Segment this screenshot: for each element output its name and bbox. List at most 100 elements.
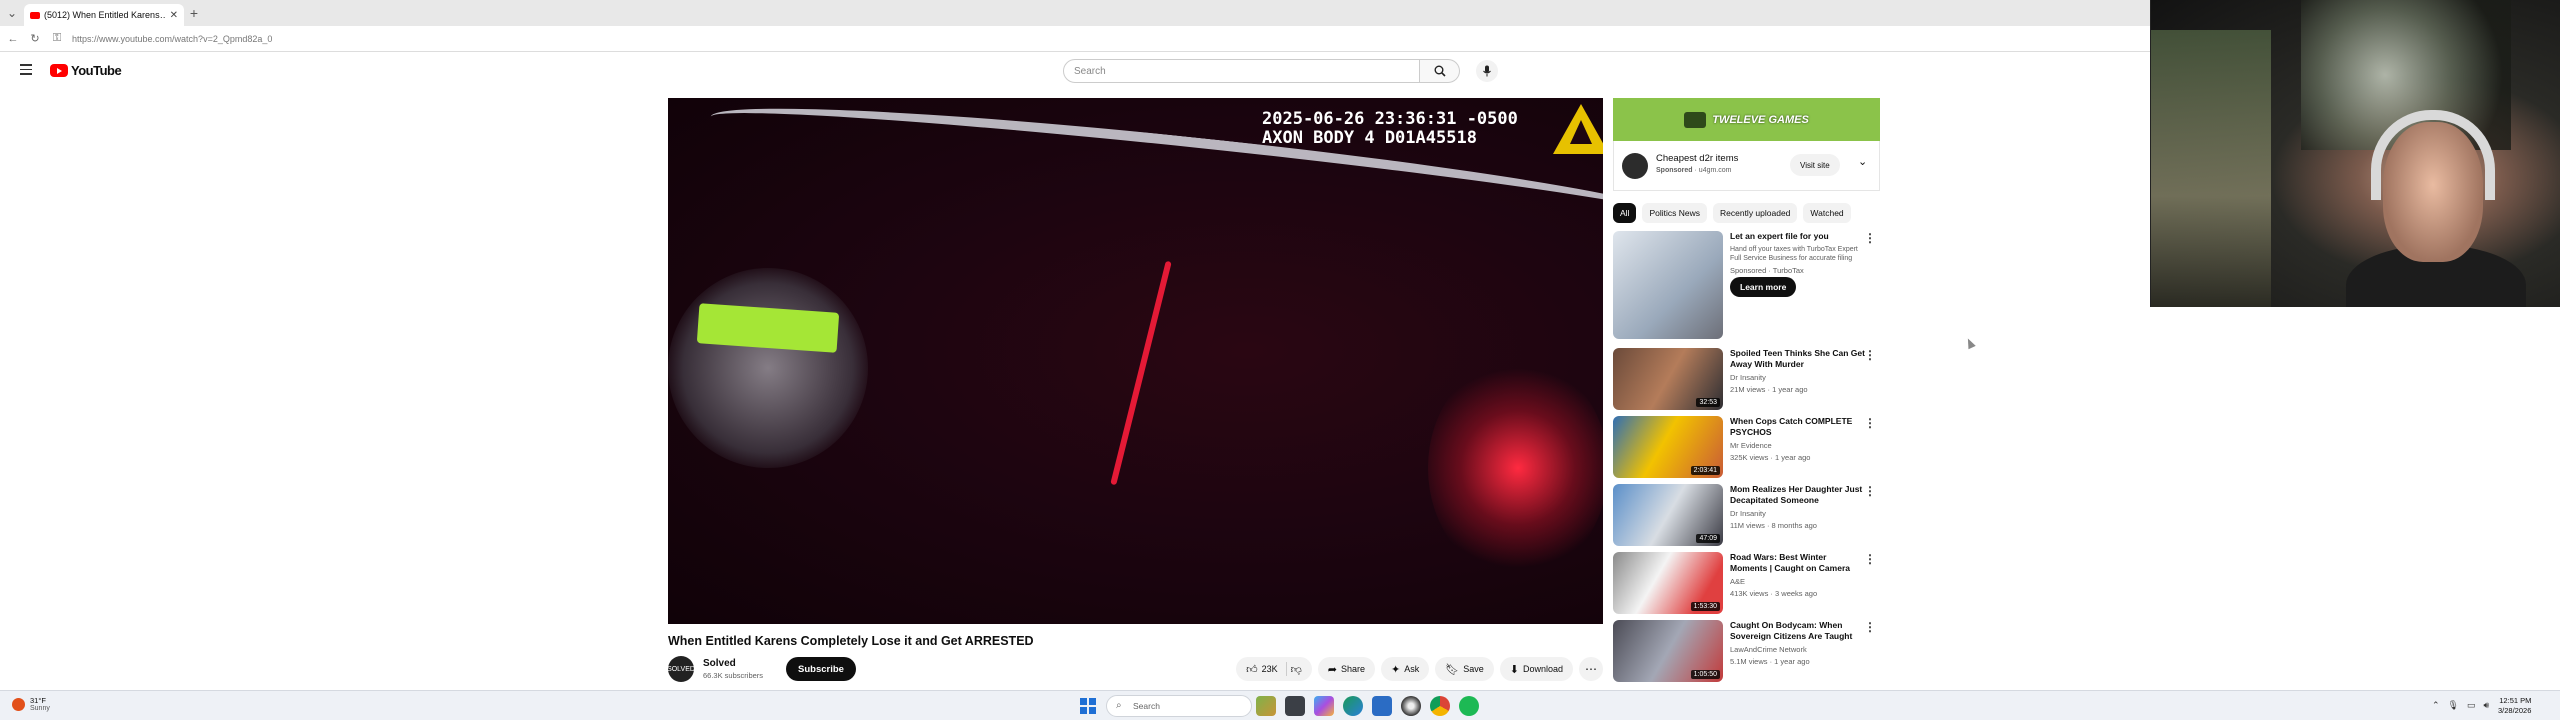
rec-title[interactable]: Let an expert file for you: [1730, 231, 1866, 242]
list-item[interactable]: 32:53 Spoiled Teen Thinks She Can Get Aw…: [1613, 348, 1880, 412]
back-icon[interactable]: ←: [6, 33, 20, 45]
channel-name[interactable]: Solved: [703, 658, 736, 669]
webcam-overlay: [2150, 0, 2560, 307]
share-button[interactable]: ➦ Share: [1317, 657, 1376, 681]
tab-title: (5012) When Entitled Karens…: [44, 10, 166, 20]
video-thumbnail[interactable]: 32:53: [1613, 348, 1723, 410]
obs-icon[interactable]: [1401, 696, 1421, 716]
lock-icon[interactable]: ⚿: [50, 32, 64, 45]
channel-avatar[interactable]: SOLVED: [667, 656, 695, 682]
sponsored-recommendation[interactable]: Let an expert file for you Hand off your…: [1613, 231, 1880, 343]
rec-title[interactable]: Caught On Bodycam: When Sovereign Citize…: [1730, 620, 1866, 642]
battery-icon[interactable]: ▭: [2467, 700, 2476, 711]
video-thumbnail[interactable]: 47:09: [1613, 484, 1723, 546]
chip-watched[interactable]: Watched: [1803, 203, 1851, 223]
widget-app-icon[interactable]: [1256, 696, 1276, 716]
youtube-favicon-icon: [30, 11, 40, 19]
chip-politics-news[interactable]: Politics News: [1642, 203, 1707, 223]
download-button[interactable]: ⬇ Download: [1499, 657, 1573, 681]
video-thumbnail[interactable]: [1613, 231, 1723, 339]
spotify-icon[interactable]: [1459, 696, 1479, 716]
chevron-down-icon[interactable]: ⌄: [1858, 155, 1867, 168]
clock[interactable]: 12:51 PM 3/28/2026: [2498, 696, 2531, 716]
voice-search-button[interactable]: [1476, 60, 1498, 82]
ad-banner[interactable]: TWELEVE GAMES: [1613, 98, 1880, 141]
more-vert-icon[interactable]: ⋮: [1864, 484, 1876, 498]
clock-time: 12:51 PM: [2499, 696, 2532, 705]
list-item[interactable]: 47:09 Mom Realizes Her Daughter Just Dec…: [1613, 484, 1880, 548]
chip-recently-uploaded[interactable]: Recently uploaded: [1713, 203, 1798, 223]
more-actions-button[interactable]: ⋯: [1579, 657, 1603, 681]
save-button[interactable]: 🔖︎ Save: [1435, 657, 1494, 681]
channel-row: SOLVED Solved 66.3K subscribers Subscrib…: [667, 656, 1603, 682]
video-duration: 47:09: [1696, 534, 1720, 543]
rec-meta: 21M views · 1 year ago: [1730, 385, 1808, 394]
edge-browser-icon[interactable]: [1343, 696, 1363, 716]
more-vert-icon[interactable]: ⋮: [1864, 620, 1876, 634]
tab-list-icon[interactable]: ⌄: [0, 0, 24, 26]
search-icon: ⌕: [1116, 700, 1122, 711]
video-thumbnail[interactable]: 1:05:50: [1613, 620, 1723, 682]
youtube-logo[interactable]: YouTube: [50, 63, 122, 78]
reload-icon[interactable]: ↻: [28, 32, 42, 45]
subscribe-button[interactable]: Subscribe: [786, 657, 856, 681]
chevron-up-icon[interactable]: ⌃: [2432, 700, 2440, 711]
rec-channel[interactable]: Dr Insanity: [1730, 509, 1866, 518]
rec-channel[interactable]: LawAndCrime Network: [1730, 645, 1866, 654]
chrome-icon[interactable]: [1430, 696, 1450, 716]
bodycam-overlay: 2025-06-26 23:36:31 -0500 AXON BODY 4 D0…: [1262, 110, 1518, 148]
download-label: Download: [1522, 664, 1563, 674]
taskbar-search[interactable]: ⌕ Search: [1106, 695, 1252, 717]
video-duration: 1:53:30: [1690, 602, 1720, 611]
ad-title[interactable]: Cheapest d2r items: [1656, 153, 1738, 164]
rec-title[interactable]: Road Wars: Best Winter Moments | Caught …: [1730, 552, 1866, 574]
rec-channel[interactable]: A&E: [1730, 577, 1866, 586]
rec-meta: 5.1M views · 1 year ago: [1730, 657, 1810, 666]
search-input[interactable]: Search: [1063, 59, 1420, 83]
video-thumbnail[interactable]: 2:03:41: [1613, 416, 1723, 478]
more-vert-icon[interactable]: ⋮: [1864, 416, 1876, 430]
red-light-streak: [1110, 260, 1172, 486]
rec-title[interactable]: When Cops Catch COMPLETE PSYCHOS: [1730, 416, 1866, 438]
learn-more-button[interactable]: Learn more: [1730, 277, 1797, 297]
copilot-icon[interactable]: [1314, 696, 1334, 716]
rec-channel[interactable]: Dr Insanity: [1730, 373, 1866, 382]
volume-icon[interactable]: 🔊︎: [2484, 700, 2490, 711]
task-view-icon[interactable]: [1285, 696, 1305, 716]
visit-site-button[interactable]: Visit site: [1790, 154, 1840, 176]
rec-channel[interactable]: Mr Evidence: [1730, 441, 1866, 450]
list-item[interactable]: 1:05:50 Caught On Bodycam: When Sovereig…: [1613, 620, 1880, 684]
list-item[interactable]: 2:03:41 When Cops Catch COMPLETE PSYCHOS…: [1613, 416, 1880, 480]
advertiser-avatar: [1622, 153, 1648, 179]
microphone-icon[interactable]: 🎙︎: [2448, 700, 2459, 711]
weather-temp: 31°F: [30, 696, 46, 705]
rec-title[interactable]: Mom Realizes Her Daughter Just Decapitat…: [1730, 484, 1866, 506]
thumbs-down-icon[interactable]: 👎︎: [1291, 663, 1302, 676]
more-vert-icon[interactable]: ⋮: [1864, 231, 1876, 245]
more-vert-icon[interactable]: ⋮: [1864, 552, 1876, 566]
url-field[interactable]: https://www.youtube.com/watch?v=2_Qpmd82…: [72, 34, 272, 44]
video-title: When Entitled Karens Completely Lose it …: [668, 634, 1034, 648]
rec-title[interactable]: Spoiled Teen Thinks She Can Get Away Wit…: [1730, 348, 1866, 370]
browser-tab-active[interactable]: (5012) When Entitled Karens… ✕: [24, 4, 184, 26]
search-button[interactable]: [1420, 59, 1460, 83]
like-button[interactable]: 👍︎ 23K 👎︎: [1236, 657, 1312, 681]
new-tab-button[interactable]: +: [184, 5, 204, 21]
weather-widget[interactable]: 31°F Sunny: [12, 696, 50, 713]
youtube-header: YouTube Search: [0, 56, 2150, 86]
video-thumbnail[interactable]: 1:53:30: [1613, 552, 1723, 614]
list-item[interactable]: 1:53:30 Road Wars: Best Winter Moments |…: [1613, 552, 1880, 616]
bodycam-timestamp: 2025-06-26 23:36:31 -0500: [1262, 109, 1518, 129]
menu-icon[interactable]: [20, 64, 32, 78]
chip-all[interactable]: All: [1613, 203, 1637, 223]
save-label: Save: [1463, 664, 1484, 674]
close-tab-icon[interactable]: ✕: [170, 10, 178, 21]
windows-start-icon[interactable]: [1080, 698, 1096, 714]
ad-domain: u4gm.com: [1698, 167, 1732, 174]
store-icon[interactable]: [1372, 696, 1392, 716]
ask-button[interactable]: ✦ Ask: [1381, 657, 1430, 681]
thumbs-up-icon: 👍︎: [1246, 663, 1258, 676]
video-player[interactable]: 2025-06-26 23:36:31 -0500 AXON BODY 4 D0…: [668, 98, 1603, 624]
ad-banner-text: TWELEVE GAMES: [1712, 113, 1809, 126]
more-vert-icon[interactable]: ⋮: [1864, 348, 1876, 362]
